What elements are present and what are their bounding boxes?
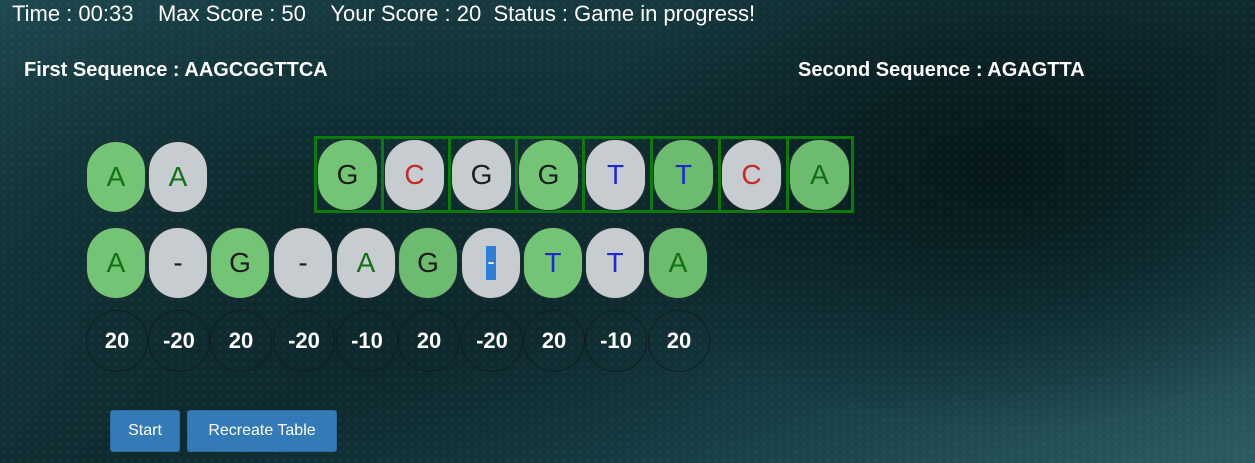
seq1-tile-letter: T bbox=[674, 159, 693, 190]
seq2-tile-letter: A bbox=[356, 247, 376, 278]
first-sequence-label: First Sequence : AAGCGGTTCA bbox=[24, 59, 328, 81]
seq2-gap-tile-selected[interactable]: - bbox=[461, 227, 521, 299]
score-cell: 20 bbox=[210, 310, 272, 372]
seq2-gap-tile[interactable]: - bbox=[148, 227, 208, 299]
seq2-tile-letter: T bbox=[544, 247, 562, 278]
seq2-tile-letter: T bbox=[606, 247, 624, 278]
frame-divider bbox=[582, 136, 585, 213]
max-score-label: Max Score : bbox=[157, 1, 282, 26]
seq1-tile[interactable]: T bbox=[585, 139, 646, 211]
score-cell: 20 bbox=[523, 310, 585, 372]
seq1-tile[interactable]: C bbox=[384, 139, 445, 211]
score-cell: -20 bbox=[273, 310, 335, 372]
seq2-tile[interactable]: A bbox=[648, 227, 708, 299]
frame-divider bbox=[381, 136, 384, 213]
score-cell: -20 bbox=[148, 310, 210, 372]
recreate-table-button[interactable]: Recreate Table bbox=[187, 410, 337, 452]
frame-divider bbox=[786, 136, 789, 213]
seq2-tile-letter: G bbox=[417, 247, 439, 278]
score-cell: -10 bbox=[585, 310, 647, 372]
seq1-tile-letter: C bbox=[404, 159, 425, 190]
seq2-tile-letter: - bbox=[298, 247, 308, 278]
seq1-tile-letter: A bbox=[810, 159, 829, 190]
status-label: Status : bbox=[493, 1, 575, 26]
seq1-tile-letter: C bbox=[741, 159, 762, 190]
seq2-tile[interactable]: A bbox=[336, 227, 396, 299]
score-cell: 20 bbox=[398, 310, 460, 372]
status-bar: Time : 00:33 Max Score : 50 Your Score :… bbox=[12, 1, 755, 27]
score-cell: 20 bbox=[648, 310, 710, 372]
seq1-tile[interactable]: G bbox=[518, 139, 579, 211]
seq2-tile-letter: - bbox=[173, 247, 183, 278]
seq1-tile-letter: G bbox=[537, 159, 560, 190]
frame-divider bbox=[448, 136, 451, 213]
seq1-tile[interactable]: A bbox=[148, 141, 208, 213]
seq1-tile[interactable]: T bbox=[653, 139, 714, 211]
seq1-tile[interactable]: G bbox=[451, 139, 512, 211]
seq2-tile[interactable]: A bbox=[86, 227, 146, 299]
seq1-tile-letter: A bbox=[106, 161, 126, 192]
seq1-tile[interactable]: G bbox=[317, 139, 378, 211]
your-score-value: 20 bbox=[456, 1, 482, 26]
seq1-tile-letter: G bbox=[470, 159, 493, 190]
seq1-tile-letter: G bbox=[336, 159, 359, 190]
seq2-tile-letter: G bbox=[229, 247, 251, 278]
seq2-tile[interactable]: G bbox=[398, 227, 458, 299]
frame-divider bbox=[650, 136, 653, 213]
your-score-label: Your Score : bbox=[330, 1, 457, 26]
time-value: 00:33 bbox=[78, 1, 134, 26]
max-score-value: 50 bbox=[281, 1, 306, 26]
seq2-gap-tile[interactable]: - bbox=[273, 227, 333, 299]
score-cell: -20 bbox=[461, 310, 523, 372]
second-sequence-label: Second Sequence : AGAGTTA bbox=[798, 59, 1085, 81]
seq1-tile[interactable]: A bbox=[789, 139, 850, 211]
selection-cursor: - bbox=[486, 246, 496, 280]
seq1-tile-letter: A bbox=[168, 161, 188, 192]
seq1-tile[interactable]: C bbox=[721, 139, 782, 211]
frame-divider bbox=[718, 136, 721, 213]
seq2-tile[interactable]: G bbox=[210, 227, 270, 299]
status-value: Game in progress! bbox=[574, 1, 756, 26]
score-cell: -10 bbox=[336, 310, 398, 372]
seq2-tile-letter: A bbox=[668, 247, 688, 278]
frame-divider bbox=[515, 136, 518, 213]
score-cell: 20 bbox=[86, 310, 148, 372]
start-button[interactable]: Start bbox=[110, 410, 180, 452]
seq2-tile-letter: A bbox=[106, 247, 126, 278]
time-label: Time : bbox=[12, 1, 79, 26]
seq2-tile[interactable]: T bbox=[523, 227, 583, 299]
seq1-tile[interactable]: A bbox=[86, 141, 146, 213]
seq1-tile-letter: T bbox=[606, 159, 625, 190]
seq2-tile[interactable]: T bbox=[585, 227, 645, 299]
